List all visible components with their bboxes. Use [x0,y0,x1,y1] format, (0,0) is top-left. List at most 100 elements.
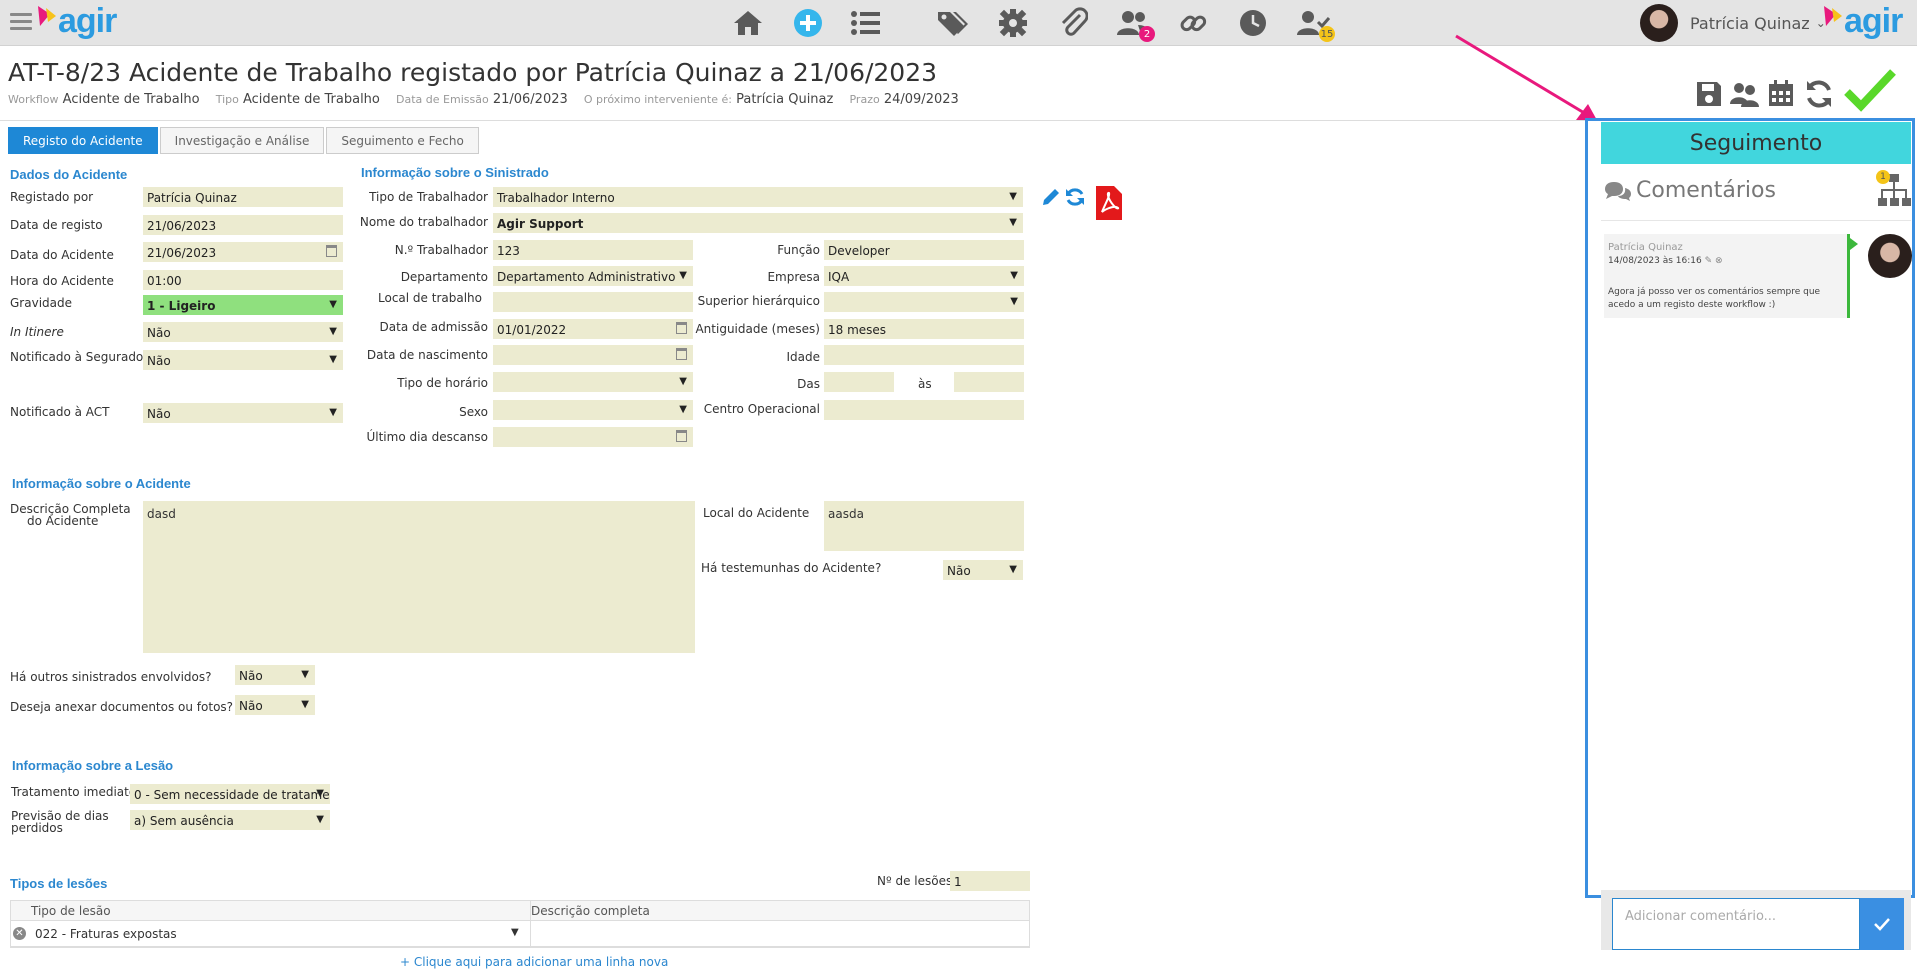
in-itinere-select[interactable]: Não ▼ [143,322,343,342]
user-name: Patrícia Quinaz [1690,13,1810,33]
previsao-value: a) Sem ausência [134,814,234,828]
gravidade-label: Gravidade [10,296,72,310]
list-icon[interactable] [848,6,884,40]
data-acidente-field[interactable]: 21/06/2023 [143,242,343,262]
meta-value: Acidente de Trabalho [62,92,200,107]
local-acidente-label: Local do Acidente [703,506,810,520]
user-menu[interactable]: Patrícia Quinaz ⌄ [1640,3,1826,43]
centro-field[interactable] [824,400,1024,420]
add-icon[interactable] [790,6,826,40]
previsao-label-2: perdidos [11,821,63,835]
testemunhas-select[interactable]: Não ▼ [943,560,1023,580]
as-field[interactable] [954,372,1024,392]
chevron-down-icon: ▼ [679,376,687,387]
descricao-textarea[interactable]: dasd [143,501,695,653]
in-itinere-label: In Itinere [10,325,64,339]
edit-icon[interactable] [1040,186,1062,208]
previsao-select[interactable]: a) Sem ausência ▼ [130,810,330,830]
local-acidente-textarea[interactable]: aasda [824,501,1024,551]
in-itinere-value: Não [147,326,171,340]
anexar-select[interactable]: Não ▼ [235,695,315,715]
sync-icon[interactable] [1064,186,1086,208]
tipo-lesao-value[interactable]: 022 - Fraturas expostas [35,927,177,941]
empresa-select[interactable]: IQA ▼ [824,266,1024,286]
save-icon[interactable] [1695,80,1723,108]
top-bar: agir 2 15 Patrícia Quinaz ⌄ agir [0,0,1917,46]
calendar-icon[interactable] [676,348,687,360]
app-logo[interactable]: agir [36,2,126,42]
edit-comment-icon[interactable]: ✎ [1705,256,1713,266]
add-row-link[interactable]: + Clique aqui para adicionar uma linha n… [400,955,668,969]
clock-icon[interactable] [1235,6,1271,40]
data-admissao-field[interactable]: 01/01/2022 [493,319,693,339]
participants-icon[interactable] [1729,80,1759,108]
testemunhas-label: Há testemunhas do Acidente? [701,561,882,575]
remove-row-icon[interactable]: ✕ [13,927,26,940]
refresh-icon[interactable] [1803,78,1835,110]
n-trabalhador-field[interactable]: 123 [493,240,693,260]
data-registo-field[interactable]: 21/06/2023 [143,215,343,235]
registado-por-field[interactable]: Patrícia Quinaz [143,187,343,207]
tipo-trabalhador-select[interactable]: Trabalhador Interno ▼ [493,187,1023,207]
tipo-horario-select[interactable]: ▼ [493,372,693,392]
calendar-icon[interactable] [676,322,687,334]
logo-text: agir [58,2,117,40]
das-field[interactable] [824,372,894,392]
meta-value: 24/09/2023 [883,92,959,107]
ultimo-descanso-field[interactable] [493,427,693,447]
user-check-icon[interactable]: 15 [1295,6,1335,42]
comment-date: 14/08/2023 às 16:16 [1608,256,1702,266]
section-acidente: Informação sobre o Acidente [12,476,191,491]
n-lesoes-field[interactable]: 1 [950,871,1030,891]
home-icon[interactable] [730,6,766,40]
tratamento-select[interactable]: 0 - Sem necessidade de tratamer ▼ [130,784,330,804]
checkmark-icon[interactable] [1843,68,1897,112]
nome-trabalhador-value: Agir Support [497,217,584,231]
comment-input[interactable]: Adicionar comentário... [1612,898,1860,950]
chevron-down-icon: ▼ [511,927,519,938]
superior-select[interactable]: ▼ [824,292,1024,312]
gravidade-select[interactable]: 1 - Ligeiro ▼ [143,295,343,315]
lesoes-table: Tipo de lesão Descrição completa ✕ 022 -… [10,900,1030,948]
idade-field[interactable] [824,345,1024,365]
meta-key: Tipo [215,93,239,106]
section-sinistrado: Informação sobre o Sinistrado [361,165,549,180]
nome-trabalhador-select[interactable]: Agir Support ▼ [493,213,1023,233]
departamento-label: Departamento [400,270,488,284]
descricao-label-2: do Acidente [27,514,99,528]
send-comment-button[interactable] [1860,898,1904,950]
col-descricao: Descrição completa [531,904,650,918]
paperclip-icon[interactable] [1055,6,1091,40]
tags-icon[interactable] [935,6,971,40]
calendar-icon[interactable] [676,430,687,442]
gear-icon[interactable] [995,6,1031,40]
comment-author: Patrícia Quinaz [1608,242,1683,253]
notif-act-select[interactable]: Não ▼ [143,403,343,423]
pdf-icon[interactable] [1094,184,1124,222]
tab-seguimento[interactable]: Seguimento e Fecho [326,127,479,154]
link-icon[interactable] [1175,6,1211,40]
delete-comment-icon[interactable]: ⊗ [1715,256,1723,266]
data-nascimento-field[interactable] [493,345,693,365]
data-admissao-value: 01/01/2022 [497,323,567,337]
menu-icon[interactable] [10,13,32,31]
chevron-down-icon: ▼ [1010,296,1018,307]
outros-sinistrados-select[interactable]: Não ▼ [235,665,315,685]
tab-registo[interactable]: Registo do Acidente [8,127,158,154]
hora-acidente-field[interactable]: 01:00 [143,270,343,290]
record-meta: Workflow Acidente de Trabalho Tipo Acide… [8,92,971,107]
calendar-icon[interactable] [1767,78,1795,108]
users-icon[interactable]: 2 [1115,6,1155,42]
meta-key: Workflow [8,93,59,106]
user-avatar [1640,4,1678,42]
meta-value: Acidente de Trabalho [242,92,380,107]
notif-seguradora-select[interactable]: Não ▼ [143,350,343,370]
tab-investigacao[interactable]: Investigação e Análise [159,127,325,154]
local-trabalho-field[interactable] [493,292,693,312]
antiguidade-label: Antiguidade (meses) [695,322,820,336]
funcao-field[interactable]: Developer [824,240,1024,260]
antiguidade-field[interactable]: 18 meses [824,319,1024,339]
departamento-select[interactable]: Departamento Administrativo ▼ [493,266,693,286]
comments-icon [1605,181,1631,201]
sexo-select[interactable]: ▼ [493,400,693,420]
